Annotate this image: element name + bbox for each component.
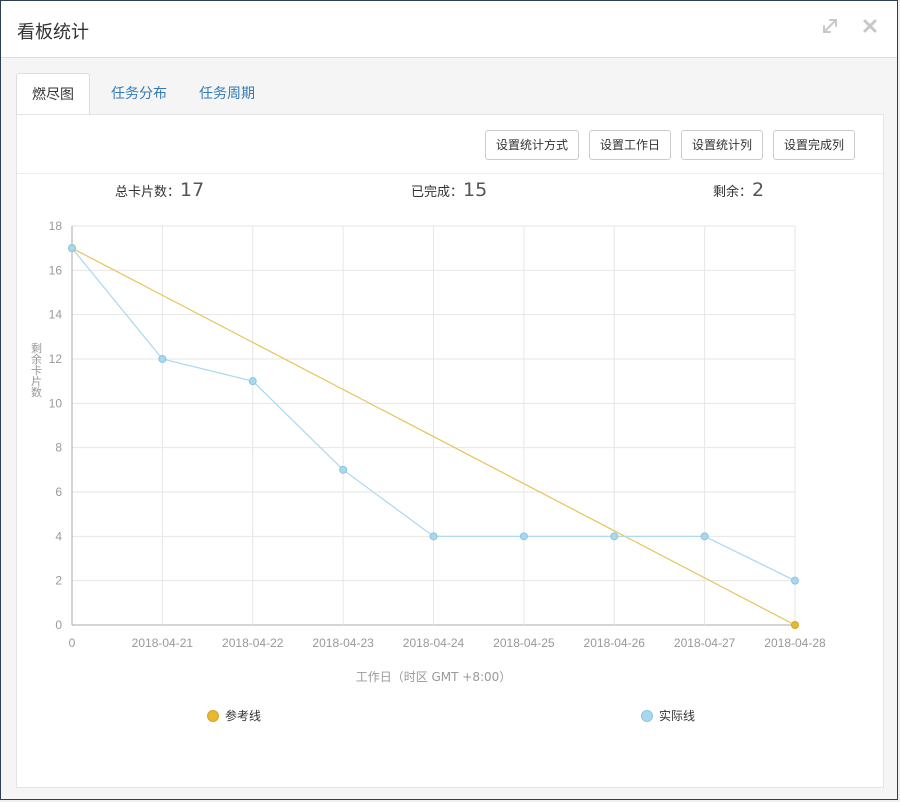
x-tick-label: 2018-04-22 [222, 636, 284, 650]
y-tick-label: 0 [55, 618, 62, 632]
legend-reference[interactable]: 参考线 [207, 707, 261, 724]
burndown-chart: 0 2 4 6 8 10 12 14 16 18 0 2018-04-21 2018-04-22 2018… [30, 219, 827, 684]
dialog-header: 看板统计 [1, 1, 897, 58]
y-tick-label: 14 [49, 308, 63, 322]
actual-point [700, 532, 709, 541]
y-tick-label: 18 [49, 219, 63, 233]
y-tick-label: 8 [55, 441, 62, 455]
y-tick-label: 4 [55, 529, 62, 543]
close-icon[interactable] [859, 15, 881, 37]
expand-icon[interactable] [819, 15, 841, 37]
x-tick-label: 2018-04-23 [312, 636, 374, 650]
dialog-title: 看板统计 [17, 22, 89, 43]
tab-burndown[interactable]: 燃尽图 [16, 73, 90, 115]
x-tick-label: 2018-04-21 [132, 636, 194, 650]
y-tick-label: 2 [55, 574, 62, 588]
tab-task-cycle[interactable]: 任务周期 [188, 73, 266, 115]
legend-actual-label: 实际线 [659, 709, 696, 723]
actual-point [248, 377, 257, 386]
actual-point [339, 465, 348, 474]
x-tick-label: 2018-04-25 [493, 636, 555, 650]
actual-point [429, 532, 438, 541]
legend-actual-marker [641, 710, 653, 722]
y-axis-title: 剩余卡片数 [30, 342, 43, 398]
y-tick-label: 12 [49, 352, 63, 366]
legend-reference-label: 参考线 [225, 709, 262, 723]
legend-reference-marker [207, 710, 219, 722]
tab-task-distribution[interactable]: 任务分布 [96, 73, 182, 115]
y-tick-label: 10 [49, 396, 63, 410]
y-tick-label: 16 [49, 263, 63, 277]
actual-point [68, 244, 76, 253]
x-tick-label: 2018-04-26 [584, 636, 646, 650]
kanban-stats-dialog: 看板统计 燃尽图 任务分布 任务周期 设置统计方式 设置工作日 设置统计列 设置… [0, 0, 898, 800]
reference-point [791, 621, 799, 629]
x-tick-label: 2018-04-24 [403, 636, 465, 650]
tab-bar: 燃尽图 任务分布 任务周期 [16, 73, 882, 115]
actual-point [519, 532, 528, 541]
actual-point [610, 532, 619, 541]
x-tick-label: 2018-04-27 [674, 636, 736, 650]
y-tick-label: 6 [55, 485, 62, 499]
x-tick-label: 2018-04-28 [764, 636, 826, 650]
actual-point [158, 355, 167, 363]
x-axis-title: 工作日（时区 GMT +8:00） [356, 670, 512, 684]
x-tick-label: 0 [69, 636, 76, 650]
burndown-panel: 设置统计方式 设置工作日 设置统计列 设置完成列 总卡片数：17 已完成：15 … [16, 114, 884, 788]
legend-actual[interactable]: 实际线 [641, 707, 695, 724]
actual-point [791, 576, 799, 585]
